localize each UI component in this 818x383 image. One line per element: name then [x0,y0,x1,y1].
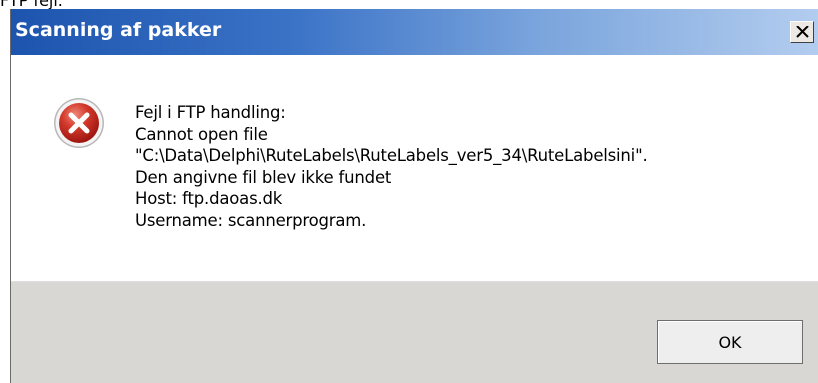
message-line: Username: scannerprogram. [135,210,367,230]
message-line: Den angivne fil blev ikke fundet [135,167,392,187]
error-icon [54,98,104,148]
message-line: "C:\Data\Delphi\RuteLabels\RuteLabels_ve… [135,146,648,165]
message-line: Cannot open file [135,124,268,144]
error-dialog: Scanning af pakker Fejl i FTP handling: [10,9,818,383]
ok-button[interactable]: OK [657,320,803,364]
button-bar: OK [11,281,818,383]
title-bar[interactable]: Scanning af pakker [11,9,818,55]
message-line: Host: ftp.daoas.dk [135,189,283,208]
background-window-text: FTP fejl. [0,0,63,9]
dialog-title: Scanning af pakker [15,19,222,41]
dialog-content: Fejl i FTP handling: Cannot open file "C… [11,55,818,281]
close-icon [796,26,809,38]
message-line: Fejl i FTP handling: [135,103,286,122]
error-message: Fejl i FTP handling: Cannot open file "C… [135,102,648,231]
close-button[interactable] [790,21,814,43]
